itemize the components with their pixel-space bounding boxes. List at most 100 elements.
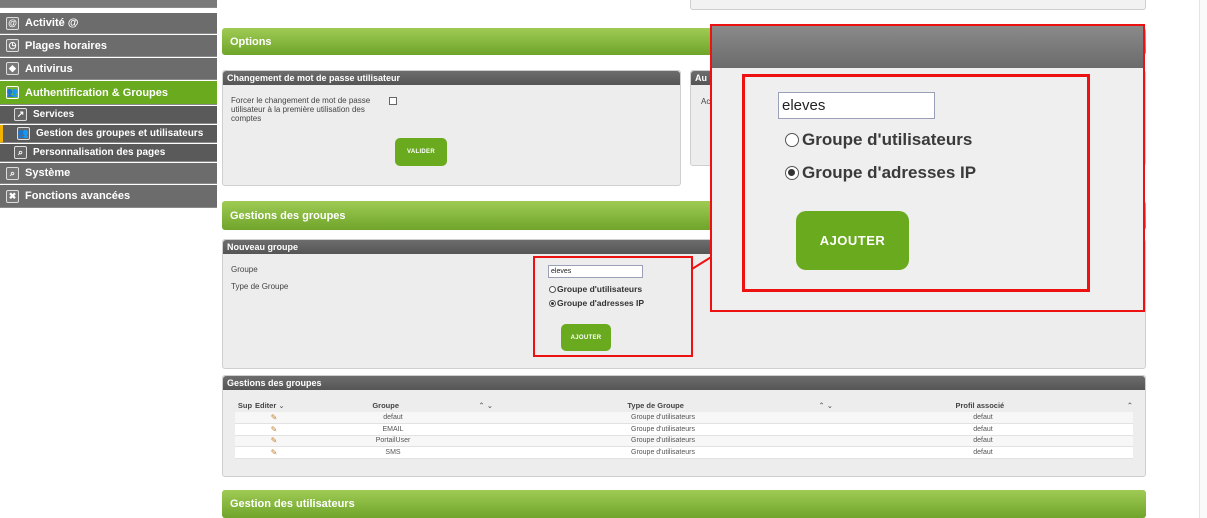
edit-cell[interactable]: ✎ <box>255 435 293 447</box>
sidebar-item-gestion-groupes[interactable]: 👥 Gestion des groupes et utilisateurs <box>0 125 217 143</box>
col-sup: Sup <box>237 401 253 410</box>
top-panel-remnant <box>690 0 1146 10</box>
cell-profile: defaut <box>833 446 1133 459</box>
pencil-icon[interactable]: ✎ <box>271 425 278 434</box>
sidebar-item-label: Système <box>25 167 71 179</box>
col-type[interactable]: Type de Groupe ⌃ ⌄ <box>493 399 833 412</box>
groups-table: Sup Editer ⌄ Groupe ⌃ ⌄ Type de Groupe ⌃… <box>235 399 1133 459</box>
table-header-row: Sup Editer ⌄ Groupe ⌃ ⌄ Type de Groupe ⌃… <box>235 399 1133 412</box>
edit-cell[interactable]: ✎ <box>255 412 293 424</box>
scrollbar[interactable] <box>1199 0 1207 518</box>
clock-icon: ◷ <box>6 39 19 52</box>
group-label: Groupe <box>231 265 258 274</box>
globe-icon: @ <box>6 16 19 30</box>
edit-cell[interactable]: ✎ <box>255 423 293 436</box>
sidebar-item-label: Antivirus <box>25 62 73 75</box>
cell-group: PortailUser <box>293 435 493 447</box>
tools-icon: ✖ <box>6 189 19 203</box>
zoom-group-name-input[interactable]: eleves <box>778 92 935 119</box>
sidebar-item-label: Services <box>33 109 75 120</box>
cell-type: Groupe d'utilisateurs <box>493 412 833 424</box>
force-password-label: Forcer le changement de mot de passe uti… <box>231 96 371 123</box>
sort-down-icon[interactable]: ⌄ <box>278 401 284 410</box>
highlight-box <box>533 256 693 357</box>
radio-button-selected[interactable] <box>785 166 799 180</box>
section-gestion-utilisateurs: Gestion des utilisateurs <box>222 490 1146 518</box>
sidebar-item-label: Activité @ <box>25 17 79 29</box>
cell-profile: defaut <box>833 435 1133 447</box>
panel-title: Gestions des groupes <box>223 376 1145 390</box>
zoom-header <box>712 26 1143 68</box>
button-label: Valider <box>407 149 435 155</box>
sidebar-item-label: Authentification & Groupes <box>25 86 168 99</box>
zoom-radio-group-ip[interactable]: Groupe d'adresses IP <box>785 163 976 183</box>
zoom-add-group-button[interactable]: Ajouter <box>796 211 909 270</box>
section-title: Gestions des groupes <box>230 209 346 222</box>
sort-icons[interactable]: ⌃ ⌄ <box>818 401 833 410</box>
sidebar-item-personnalisation[interactable]: ⌕ Personnalisation des pages <box>0 144 217 162</box>
force-password-checkbox[interactable] <box>389 97 397 105</box>
button-label: Ajouter <box>819 233 886 248</box>
sort-up-icon[interactable]: ⌃ <box>1127 401 1133 410</box>
cell-type: Groupe d'utilisateurs <box>493 435 833 447</box>
sidebar-item-label: Gestion des groupes et utilisateurs <box>36 128 204 139</box>
delete-cell[interactable] <box>235 435 255 447</box>
radio-button[interactable] <box>785 133 799 147</box>
table-row: ✎ EMAIL Groupe d'utilisateurs defaut <box>235 423 1133 436</box>
col-label: Profil associé <box>955 401 1005 410</box>
shield-icon: ◆ <box>6 62 19 75</box>
password-change-panel: Changement de mot de passe utilisateur F… <box>222 70 681 186</box>
col-label: Groupe <box>372 401 399 410</box>
sidebar-item-label: Fonctions avancées <box>25 190 131 202</box>
panel-title: Changement de mot de passe utilisateur <box>223 71 680 85</box>
sidebar: @ Activité @ ◷ Plages horaires ◆ Antivir… <box>0 0 217 210</box>
sidebar-item-activite[interactable]: @ Activité @ <box>0 13 217 34</box>
radio-label: Groupe d'adresses IP <box>802 163 977 182</box>
sidebar-item-label: Plages horaires <box>25 39 107 52</box>
col-profil[interactable]: Profil associé ⌃ <box>833 399 1133 412</box>
zoom-radio-group-users[interactable]: Groupe d'utilisateurs <box>785 130 972 150</box>
edit-cell[interactable]: ✎ <box>255 446 293 459</box>
group-type-label: Type de Groupe <box>231 282 289 291</box>
cell-type: Groupe d'utilisateurs <box>493 446 833 459</box>
cell-group: SMS <box>293 446 493 459</box>
sidebar-item-label: Personnalisation des pages <box>33 147 166 158</box>
table-row: ✎ defaut Groupe d'utilisateurs defaut <box>235 412 1133 424</box>
col-groupe[interactable]: Groupe ⌃ ⌄ <box>293 399 493 412</box>
col-editer[interactable]: Editer ⌄ <box>255 399 293 412</box>
delete-cell[interactable] <box>235 423 255 436</box>
validate-button[interactable]: Valider <box>395 138 447 166</box>
users-icon: 👥 <box>6 86 19 99</box>
col-label: Editer <box>255 401 277 410</box>
section-title: Options <box>230 35 272 48</box>
cell-profile: defaut <box>833 412 1133 424</box>
au-label: Ac <box>701 97 711 106</box>
sidebar-item-services[interactable]: ↗ Services <box>0 106 217 124</box>
col-label: Type de Groupe <box>627 401 684 410</box>
sidebar-item-systeme[interactable]: ⌕ Système <box>0 163 217 184</box>
sidebar-item-top-cut[interactable] <box>0 0 217 8</box>
table-row: ✎ SMS Groupe d'utilisateurs defaut <box>235 446 1133 459</box>
sidebar-item-plages-horaires[interactable]: ◷ Plages horaires <box>0 35 217 57</box>
sidebar-item-authentification[interactable]: 👥 Authentification & Groupes <box>0 81 217 105</box>
sidebar-item-fonctions-avancees[interactable]: ✖ Fonctions avancées <box>0 185 217 208</box>
cell-group: EMAIL <box>293 423 493 436</box>
cell-type: Groupe d'utilisateurs <box>493 423 833 436</box>
users-icon: 👥 <box>17 127 30 140</box>
pencil-icon[interactable]: ✎ <box>271 436 278 445</box>
sort-icons[interactable]: ⌃ ⌄ <box>478 401 493 410</box>
cell-group: defaut <box>293 412 493 424</box>
section-title: Gestion des utilisateurs <box>230 498 355 510</box>
search-icon: ⌕ <box>6 166 19 180</box>
search-icon: ⌕ <box>14 146 27 159</box>
sidebar-item-antivirus[interactable]: ◆ Antivirus <box>0 58 217 80</box>
table-row: ✎ PortailUser Groupe d'utilisateurs defa… <box>235 435 1133 447</box>
pencil-icon[interactable]: ✎ <box>271 448 278 457</box>
pencil-icon[interactable]: ✎ <box>271 413 278 422</box>
delete-cell[interactable] <box>235 446 255 459</box>
chart-icon: ↗ <box>14 108 27 121</box>
zoom-callout: eleves Groupe d'utilisateurs Groupe d'ad… <box>710 24 1145 312</box>
delete-cell[interactable] <box>235 412 255 424</box>
cell-profile: defaut <box>833 423 1133 436</box>
radio-label: Groupe d'utilisateurs <box>802 130 973 149</box>
